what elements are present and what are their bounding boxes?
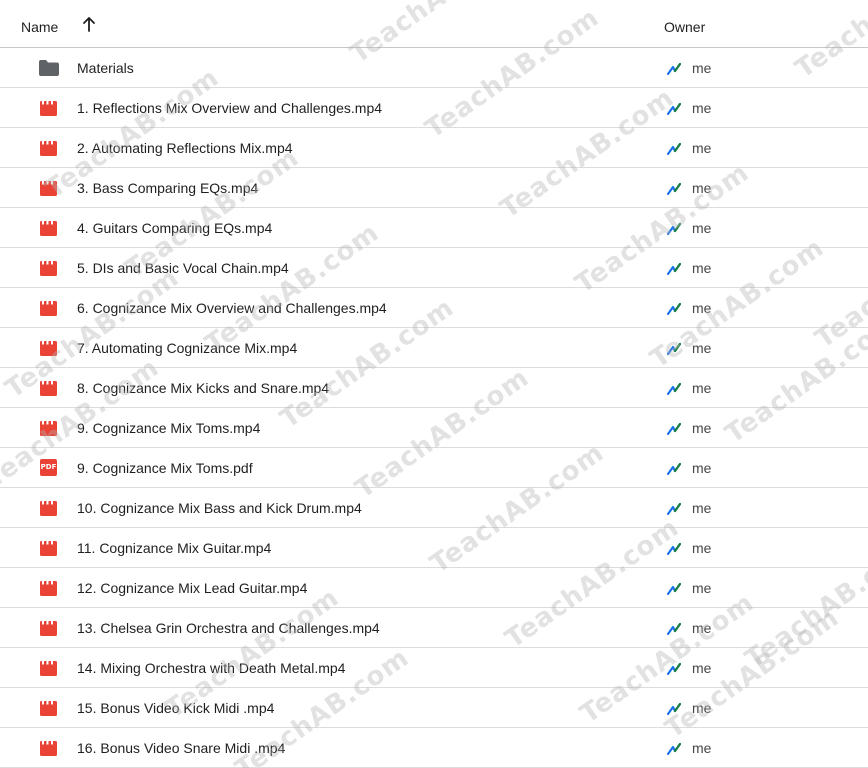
owner-avatar-icon <box>666 142 682 156</box>
video-file-icon <box>38 699 60 717</box>
file-row[interactable]: 7. Automating Cognizance Mix.mp4 me <box>0 328 868 368</box>
file-row[interactable]: 8. Cognizance Mix Kicks and Snare.mp4 me <box>0 368 868 408</box>
pdf-badge-label: PDF <box>40 459 57 476</box>
owner-avatar-icon <box>666 462 682 476</box>
video-file-icon <box>38 99 60 117</box>
video-file-icon <box>38 379 60 397</box>
file-row[interactable]: 6. Cognizance Mix Overview and Challenge… <box>0 288 868 328</box>
owner-avatar-icon <box>666 422 682 436</box>
file-row[interactable]: 5. DIs and Basic Vocal Chain.mp4 me <box>0 248 868 288</box>
pdf-file-icon: PDF <box>38 459 60 477</box>
owner-avatar-icon <box>666 302 682 316</box>
video-file-icon <box>38 499 60 517</box>
file-row[interactable]: 9. Cognizance Mix Toms.mp4 me <box>0 408 868 448</box>
owner-name: me <box>692 100 712 116</box>
file-name: 9. Cognizance Mix Toms.mp4 <box>77 420 261 436</box>
file-list-header: Name Owner <box>0 0 868 48</box>
owner-name: me <box>692 380 712 396</box>
video-file-icon <box>38 619 60 637</box>
owner-name: me <box>692 340 712 356</box>
owner-avatar-icon <box>666 502 682 516</box>
owner-avatar-icon <box>666 262 682 276</box>
owner-name: me <box>692 460 712 476</box>
file-name: 11. Cognizance Mix Guitar.mp4 <box>77 540 272 556</box>
owner-name: me <box>692 580 712 596</box>
file-list: Materials me 1. Reflections Mix Overview a… <box>0 48 868 768</box>
file-row[interactable]: 2. Automating Reflections Mix.mp4 me <box>0 128 868 168</box>
owner-name: me <box>692 180 712 196</box>
file-name: 14. Mixing Orchestra with Death Metal.mp… <box>77 660 346 676</box>
owner-avatar-icon <box>666 742 682 756</box>
file-row[interactable]: 4. Guitars Comparing EQs.mp4 me <box>0 208 868 248</box>
file-name: 16. Bonus Video Snare Midi .mp4 <box>77 740 286 756</box>
folder-row[interactable]: Materials me <box>0 48 868 88</box>
file-name: 1. Reflections Mix Overview and Challeng… <box>77 100 383 116</box>
video-file-icon <box>38 659 60 677</box>
file-name: 7. Automating Cognizance Mix.mp4 <box>77 340 298 356</box>
owner-column-header[interactable]: Owner <box>664 19 705 35</box>
owner-name: me <box>692 220 712 236</box>
file-name: 10. Cognizance Mix Bass and Kick Drum.mp… <box>77 500 362 516</box>
file-name: 13. Chelsea Grin Orchestra and Challenge… <box>77 620 380 636</box>
file-row[interactable]: 1. Reflections Mix Overview and Challeng… <box>0 88 868 128</box>
file-row[interactable]: 11. Cognizance Mix Guitar.mp4 me <box>0 528 868 568</box>
file-row[interactable]: 12. Cognizance Mix Lead Guitar.mp4 me <box>0 568 868 608</box>
owner-name: me <box>692 660 712 676</box>
video-file-icon <box>38 139 60 157</box>
file-row[interactable]: 16. Bonus Video Snare Midi .mp4 me <box>0 728 868 768</box>
owner-name: me <box>692 740 712 756</box>
name-column-header[interactable]: Name <box>21 19 58 35</box>
owner-avatar-icon <box>666 542 682 556</box>
file-name: 9. Cognizance Mix Toms.pdf <box>77 460 253 476</box>
file-name: 4. Guitars Comparing EQs.mp4 <box>77 220 273 236</box>
owner-name: me <box>692 420 712 436</box>
owner-avatar-icon <box>666 582 682 596</box>
video-file-icon <box>38 299 60 317</box>
owner-name: me <box>692 540 712 556</box>
owner-avatar-icon <box>666 622 682 636</box>
video-file-icon <box>38 179 60 197</box>
owner-avatar-icon <box>666 382 682 396</box>
video-file-icon <box>38 339 60 357</box>
file-name: 12. Cognizance Mix Lead Guitar.mp4 <box>77 580 308 596</box>
owner-name: me <box>692 300 712 316</box>
video-file-icon <box>38 259 60 277</box>
video-file-icon <box>38 539 60 557</box>
owner-avatar-icon <box>666 182 682 196</box>
video-file-icon <box>38 419 60 437</box>
owner-avatar-icon <box>666 342 682 356</box>
file-row[interactable]: 10. Cognizance Mix Bass and Kick Drum.mp… <box>0 488 868 528</box>
owner-avatar-icon <box>666 662 682 676</box>
file-row[interactable]: PDF 9. Cognizance Mix Toms.pdf me <box>0 448 868 488</box>
owner-name: me <box>692 620 712 636</box>
video-file-icon <box>38 579 60 597</box>
folder-icon <box>38 59 60 77</box>
owner-name: me <box>692 260 712 276</box>
file-row[interactable]: 13. Chelsea Grin Orchestra and Challenge… <box>0 608 868 648</box>
owner-avatar-icon <box>666 222 682 236</box>
sort-arrow-up-icon[interactable] <box>78 14 100 36</box>
file-name: 5. DIs and Basic Vocal Chain.mp4 <box>77 260 289 276</box>
owner-name: me <box>692 700 712 716</box>
file-name: 15. Bonus Video Kick Midi .mp4 <box>77 700 275 716</box>
file-name: 3. Bass Comparing EQs.mp4 <box>77 180 259 196</box>
file-name: Materials <box>77 60 134 76</box>
file-name: 2. Automating Reflections Mix.mp4 <box>77 140 293 156</box>
owner-avatar-icon <box>666 62 682 76</box>
video-file-icon <box>38 219 60 237</box>
owner-name: me <box>692 140 712 156</box>
owner-avatar-icon <box>666 702 682 716</box>
owner-name: me <box>692 60 712 76</box>
video-file-icon <box>38 739 60 757</box>
file-row[interactable]: 15. Bonus Video Kick Midi .mp4 me <box>0 688 868 728</box>
owner-avatar-icon <box>666 102 682 116</box>
owner-name: me <box>692 500 712 516</box>
file-name: 8. Cognizance Mix Kicks and Snare.mp4 <box>77 380 330 396</box>
file-row[interactable]: 3. Bass Comparing EQs.mp4 me <box>0 168 868 208</box>
file-name: 6. Cognizance Mix Overview and Challenge… <box>77 300 387 316</box>
file-row[interactable]: 14. Mixing Orchestra with Death Metal.mp… <box>0 648 868 688</box>
